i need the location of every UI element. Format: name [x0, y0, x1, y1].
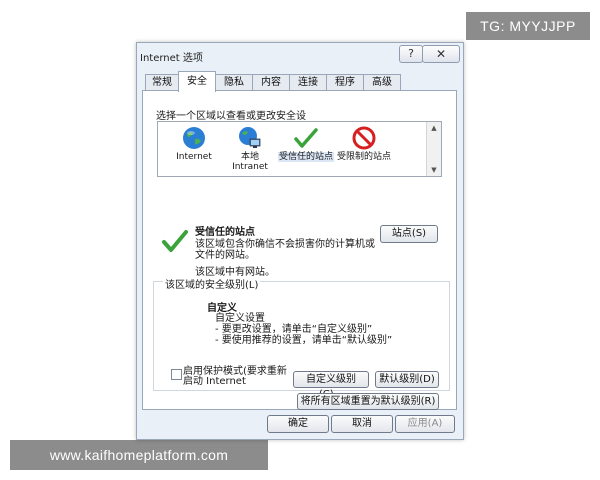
watermark-bottom: www.kaifhomeplatform.com	[10, 440, 268, 470]
protected-mode-checkbox[interactable]	[171, 369, 182, 380]
dialog-title: Internet 选项	[140, 53, 203, 64]
close-button[interactable]: ✕	[422, 45, 460, 63]
trusted-check-icon	[161, 227, 189, 255]
watermark-top: TG: MYYJJPP	[466, 12, 590, 40]
protected-mode-label[interactable]: 启用保护模式(要求重新启动 Internet	[183, 367, 293, 387]
zone-label: 受限制的站点	[336, 152, 391, 162]
ok-button[interactable]: 确定	[267, 415, 329, 433]
no-entry-icon	[352, 126, 376, 150]
tab-content[interactable]: 内容	[252, 74, 290, 91]
internet-options-dialog: Internet 选项 ? ✕ 常规 安全 隐私 内容 连接 程序 高级 选择一…	[136, 42, 464, 440]
apply-button[interactable]: 应用(A)	[395, 415, 455, 433]
zone-local-intranet[interactable]: 本地 Intranet	[222, 124, 278, 176]
scroll-down-icon[interactable]: ▼	[427, 164, 441, 176]
zone-list: Internet 本地 Intranet 受信任的站点 受限制的站点 ▲ ▼	[157, 121, 442, 177]
tab-security[interactable]: 安全	[178, 71, 216, 92]
custom-level-title: 自定义	[207, 303, 237, 314]
globe-icon	[182, 126, 206, 150]
selected-zone-title: 受信任的站点	[195, 227, 255, 238]
reset-all-zones-button[interactable]: 将所有区域重置为默认级别(R)	[297, 393, 439, 410]
tab-programs[interactable]: 程序	[326, 74, 364, 91]
selected-zone-description: 该区域包含你确信不会损害你的计算机或文件的网站。	[195, 239, 375, 261]
zone-trusted-sites[interactable]: 受信任的站点	[278, 124, 334, 176]
local-intranet-icon	[238, 126, 262, 150]
sites-button[interactable]: 站点(S)	[380, 225, 438, 243]
zone-label: 本地 Intranet	[232, 152, 268, 172]
zone-list-scrollbar[interactable]: ▲ ▼	[426, 122, 441, 176]
zone-label: Internet	[176, 152, 212, 162]
tab-advanced[interactable]: 高级	[363, 74, 401, 91]
tab-privacy[interactable]: 隐私	[215, 74, 253, 91]
custom-level-button[interactable]: 自定义级别(C)...	[293, 371, 369, 400]
security-panel: 选择一个区域以查看或更改安全设 Internet 本地 Intranet 受信任…	[142, 90, 457, 410]
green-check-icon	[294, 126, 318, 150]
scroll-up-icon[interactable]: ▲	[427, 122, 441, 134]
cancel-button[interactable]: 取消	[331, 415, 393, 433]
custom-level-line: - 要使用推荐的设置，请单击“默认级别”	[215, 335, 393, 346]
custom-level-line: 自定义设置	[215, 313, 265, 324]
title-bar[interactable]: Internet 选项 ? ✕	[137, 43, 463, 67]
zone-prompt: 选择一个区域以查看或更改安全设	[156, 111, 306, 122]
default-level-button[interactable]: 默认级别(D)	[375, 371, 439, 388]
custom-level-line: - 要更改设置，请单击“自定义级别”	[215, 324, 373, 335]
tab-connections[interactable]: 连接	[289, 74, 327, 91]
help-button[interactable]: ?	[399, 45, 423, 63]
zone-restricted-sites[interactable]: 受限制的站点	[336, 124, 392, 176]
tab-general[interactable]: 常规	[145, 74, 179, 91]
zone-label: 受信任的站点	[278, 152, 334, 162]
security-level-legend: 该区域的安全级别(L)	[163, 276, 261, 291]
zone-internet[interactable]: Internet	[166, 124, 222, 176]
